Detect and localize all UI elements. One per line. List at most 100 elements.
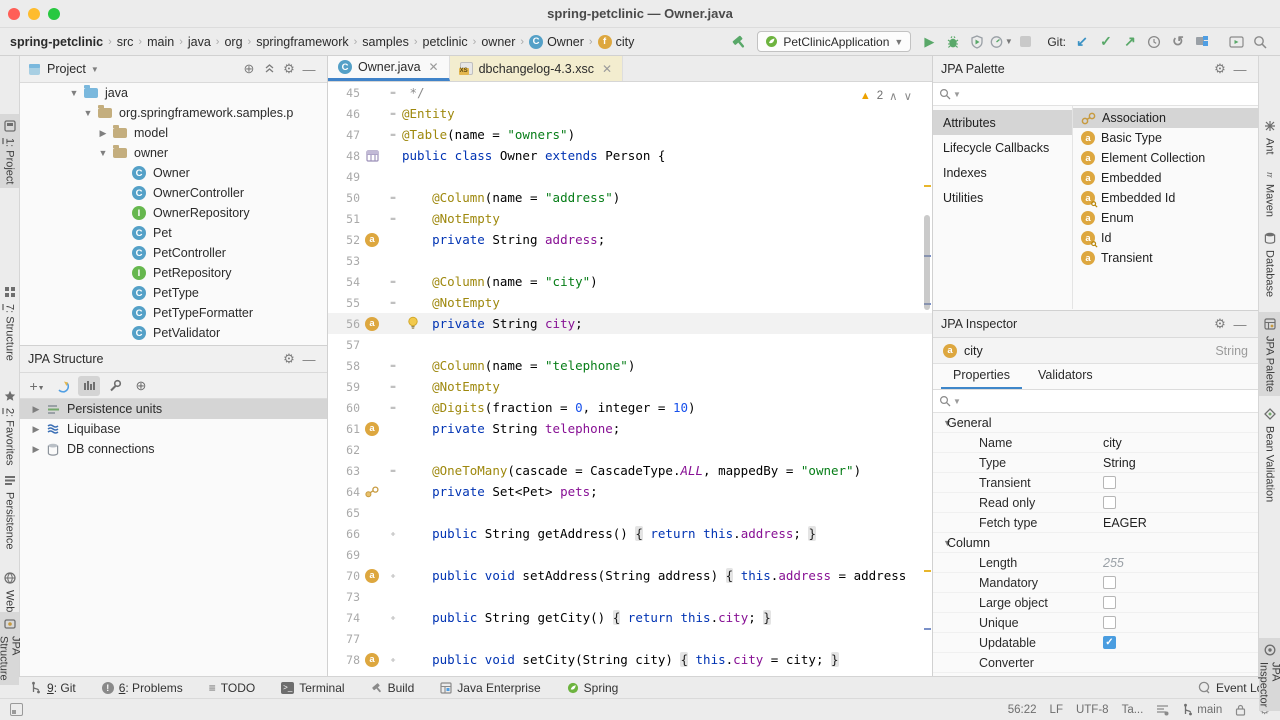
editor-tab-owner.java[interactable]: COwner.java✕ (328, 56, 450, 81)
run-button[interactable]: ▶ (917, 30, 941, 54)
fold-marker[interactable]: ▬ (384, 298, 402, 307)
tool-window-button-jpa-structure[interactable]: JPA Structure (0, 612, 19, 685)
palette-category-indexes[interactable]: Indexes (933, 160, 1072, 185)
palette-category-lifecycle-callbacks[interactable]: Lifecycle Callbacks (933, 135, 1072, 160)
project-tree-item-owner[interactable]: COwner (20, 163, 327, 183)
project-tree-item-pet[interactable]: CPet (20, 223, 327, 243)
tree-expand-arrow[interactable]: ▼ (80, 108, 96, 118)
status-item[interactable]: UTF-8 (1076, 704, 1109, 716)
tool-window-button-1-project[interactable]: 1: Project (0, 114, 19, 188)
update-schema-button[interactable] (52, 376, 74, 396)
project-tree-item-ownerrepository[interactable]: IOwnerRepository (20, 203, 327, 223)
project-tree-item-petvalidator[interactable]: CPetValidator (20, 323, 327, 343)
property-value[interactable]: city (1103, 436, 1122, 450)
tree-expand-arrow[interactable]: ▼ (95, 148, 111, 158)
close-tab-icon[interactable]: ✕ (602, 62, 612, 76)
property-value[interactable]: EAGER (1103, 516, 1147, 530)
unique-checkbox[interactable] (1103, 616, 1116, 629)
project-tree-item-java[interactable]: ▼java (20, 83, 327, 103)
palette-item-embedded[interactable]: aEmbedded (1073, 168, 1258, 188)
breadcrumb-item-src[interactable]: src (115, 35, 136, 49)
tool-window-button-7-structure[interactable]: 7: Structure (0, 280, 19, 365)
project-tree-item-owner[interactable]: ▼owner (20, 143, 327, 163)
palette-category-utilities[interactable]: Utilities (933, 185, 1072, 210)
fold-marker[interactable]: ✚ (384, 571, 402, 580)
next-problem-icon[interactable]: ∨ (904, 89, 912, 103)
indent-status[interactable] (1156, 704, 1169, 716)
search-everywhere-icon[interactable] (1248, 30, 1272, 54)
close-window-button[interactable] (8, 8, 20, 20)
palette-item-basic-type[interactable]: aBasic Type (1073, 128, 1258, 148)
code-line-55[interactable]: 55▬ @NotEmpty (328, 292, 932, 313)
settings-gear-icon[interactable]: ⚙ (1210, 61, 1230, 77)
tool-window-button-2-favorites[interactable]: 2: Favorites (0, 384, 19, 469)
tool-window-button-build[interactable]: Build (371, 681, 415, 695)
fold-marker[interactable]: ▬ (384, 382, 402, 391)
inspector-tab-properties[interactable]: Properties (941, 364, 1022, 389)
breadcrumb-item-springframework[interactable]: springframework (254, 35, 350, 49)
code-line-61[interactable]: 61a private String telephone; (328, 418, 932, 439)
locate-file-button[interactable]: ⊕ (239, 61, 259, 77)
history-button[interactable] (1142, 30, 1166, 54)
inspector-row-transient[interactable]: Transient (933, 473, 1258, 493)
tree-expand-arrow[interactable]: ▶ (95, 128, 111, 139)
code-line-51[interactable]: 51▬ @NotEmpty (328, 208, 932, 229)
updatable-checkbox[interactable]: ✓ (1103, 636, 1116, 649)
er-diagram-button[interactable] (78, 376, 100, 396)
jpa-structure-item-db-connections[interactable]: ▶DB connections (20, 439, 327, 459)
error-stripe-mark[interactable] (924, 628, 931, 630)
code-line-65[interactable]: 65 (328, 502, 932, 523)
tool-window-button-java-enterprise[interactable]: Java Enterprise (440, 681, 540, 695)
jpa-structure-item-liquibase[interactable]: ▶Liquibase (20, 419, 327, 439)
run-configuration-select[interactable]: PetClinicApplication ▼ (757, 31, 911, 52)
tool-window-button-bean-validation[interactable]: Bean Validation (1259, 402, 1280, 506)
settings-gear-icon[interactable]: ⚙ (279, 351, 299, 367)
transient-checkbox[interactable] (1103, 476, 1116, 489)
editor-scrollbar-thumb[interactable] (924, 215, 930, 310)
palette-item-element-collection[interactable]: aElement Collection (1073, 148, 1258, 168)
hide-panel-button[interactable]: — (299, 62, 319, 77)
add-button[interactable]: +▼ (26, 376, 48, 396)
palette-item-association[interactable]: Association (1073, 108, 1258, 128)
breadcrumb-item-owner[interactable]: COwner (527, 35, 586, 49)
run-with-coverage-button[interactable] (965, 30, 989, 54)
inspector-row-updatable[interactable]: Updatable✓ (933, 633, 1258, 653)
run-anything-button[interactable] (1224, 30, 1248, 54)
inspector-row-large-object[interactable]: Large object (933, 593, 1258, 613)
project-tree-item-petrepository[interactable]: IPetRepository (20, 263, 327, 283)
code-line-49[interactable]: 49 (328, 166, 932, 187)
palette-search-field[interactable]: ▼ (933, 83, 1258, 106)
code-line-45[interactable]: 45▬ */ (328, 82, 932, 103)
inspector-row-type[interactable]: TypeString (933, 453, 1258, 473)
breadcrumb-item-owner[interactable]: owner (479, 35, 517, 49)
minimize-window-button[interactable] (28, 8, 40, 20)
code-line-46[interactable]: 46▬@Entity (328, 103, 932, 124)
project-tree-item-org.springframework.samples.p[interactable]: ▼org.springframework.samples.p (20, 103, 327, 123)
hide-panel-button[interactable]: — (1230, 317, 1250, 332)
palette-category-attributes[interactable]: Attributes (933, 110, 1072, 135)
fold-marker[interactable]: ▬ (384, 403, 402, 412)
code-line-47[interactable]: 47▬@Table(name = "owners") (328, 124, 932, 145)
fold-marker[interactable]: ▬ (384, 466, 402, 475)
tool-window-button-persistence[interactable]: Persistence (0, 468, 19, 553)
tool-window-button-6-problems[interactable]: !6: Problems (102, 681, 183, 695)
code-line-73[interactable]: 73 (328, 586, 932, 607)
fold-marker[interactable]: ▬ (384, 130, 402, 139)
breadcrumb-item-spring-petclinic[interactable]: spring-petclinic (8, 35, 105, 49)
breadcrumb-item-samples[interactable]: samples (360, 35, 411, 49)
rollback-button[interactable]: ↺ (1166, 30, 1190, 54)
jpa-structure-item-persistence-units[interactable]: ▶Persistence units (20, 399, 327, 419)
code-line-53[interactable]: 53 (328, 250, 932, 271)
code-line-77[interactable]: 77 (328, 628, 932, 649)
tool-window-button-9-git[interactable]: 9: Git (30, 681, 76, 695)
inspector-tab-validators[interactable]: Validators (1026, 364, 1105, 389)
chevron-down-icon[interactable]: ▼ (91, 65, 99, 74)
read only-checkbox[interactable] (1103, 496, 1116, 509)
fold-marker[interactable]: ▬ (384, 193, 402, 202)
breadcrumb-item-petclinic[interactable]: petclinic (421, 35, 470, 49)
fold-marker[interactable]: ✚ (384, 529, 402, 538)
tool-window-button-terminal[interactable]: >_Terminal (281, 681, 344, 695)
breadcrumb-item-org[interactable]: org (222, 35, 244, 49)
tool-window-button-todo[interactable]: ≡TODO (209, 681, 255, 695)
code-line-59[interactable]: 59▬ @NotEmpty (328, 376, 932, 397)
